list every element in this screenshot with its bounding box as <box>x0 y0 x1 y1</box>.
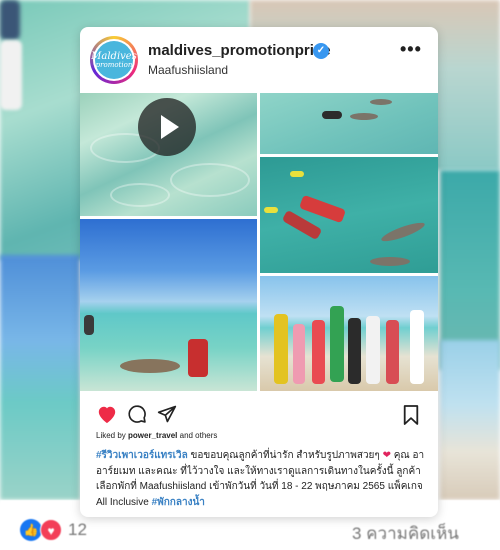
liked-by-user[interactable]: power_travel <box>128 431 177 440</box>
verified-icon: ✓ <box>313 43 329 59</box>
photo-snorkeling-sharks[interactable] <box>260 93 438 154</box>
heart-emoji-icon: ❤ <box>382 450 391 461</box>
comments-count[interactable]: 3 ความคิดเห็น <box>352 520 459 547</box>
post-card: Maldives promotion maldives_promotionpri… <box>80 27 438 517</box>
share-icon[interactable] <box>156 404 178 424</box>
location[interactable]: Maafushiisland <box>148 63 228 77</box>
photo-grid <box>80 93 438 417</box>
background-person <box>0 0 20 40</box>
photo-video-shallow-water[interactable] <box>80 93 257 216</box>
post-caption: #รีวิวเพาเวอร์แทรเวิล ขอขอบคุณลูกค้าที่น… <box>96 448 426 510</box>
background-person <box>0 40 22 110</box>
background-photo-beach-left <box>0 255 80 500</box>
caption-text: ขอขอบคุณลูกค้าที่น่ารัก สำหรับรูปภาพสวยๆ <box>187 450 383 461</box>
post-header: Maldives promotion maldives_promotionpri… <box>80 27 438 93</box>
love-reaction-icon: ♥ <box>40 519 62 541</box>
hashtag-link[interactable]: #รีวิวเพาเวอร์แทรเวิล <box>96 450 188 461</box>
logo-line1: Maldives <box>91 50 137 62</box>
reactions-count[interactable]: 12 <box>68 520 87 540</box>
more-options-icon[interactable]: ••• <box>400 39 422 60</box>
photo-beach-stingrays[interactable] <box>80 219 257 391</box>
username[interactable]: maldives_promotionprice <box>148 42 331 59</box>
like-reaction-icon: 👍 <box>20 519 42 541</box>
avatar[interactable]: Maldives promotion <box>90 36 138 84</box>
logo-line2: promotion <box>95 60 133 69</box>
brand-logo: Maldives promotion <box>91 41 137 79</box>
hashtag-link[interactable]: #พักกลางน้ำ <box>152 497 205 508</box>
screen: 👍 ♥ 12 3 ความคิดเห็น Maldives promotion … <box>0 0 500 550</box>
comment-icon[interactable] <box>127 404 147 424</box>
photo-group-beach[interactable] <box>260 276 438 391</box>
photo-underwater-divers[interactable] <box>260 157 438 273</box>
play-icon[interactable] <box>138 98 196 156</box>
heart-icon[interactable] <box>96 404 118 424</box>
background-photo-beach-right <box>440 340 500 500</box>
bookmark-icon[interactable] <box>402 404 420 426</box>
liked-by: Liked by power_travel and others <box>96 431 217 440</box>
liked-by-prefix: Liked by <box>96 431 129 440</box>
liked-by-suffix: and others <box>177 431 218 440</box>
